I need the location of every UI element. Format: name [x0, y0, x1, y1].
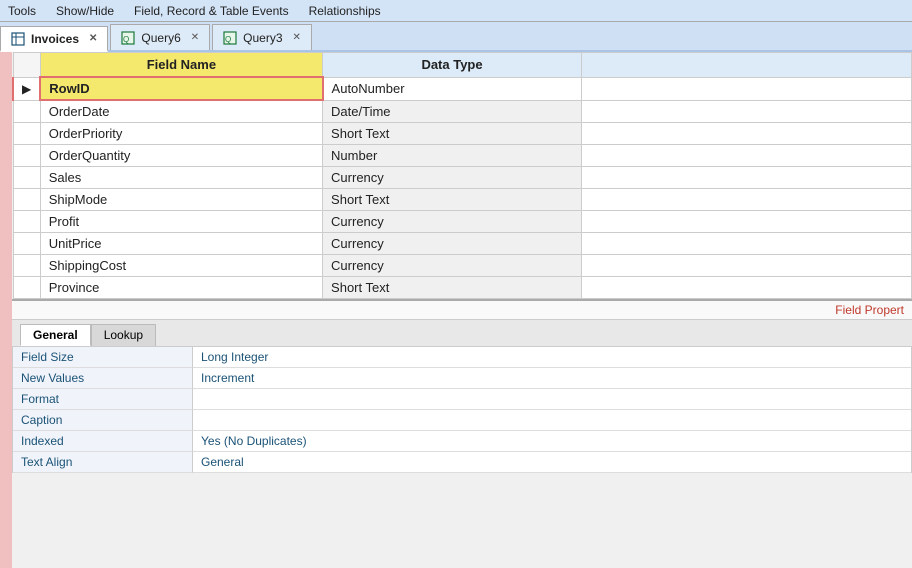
- toolbar-relationships[interactable]: Relationships: [309, 4, 381, 18]
- field-properties-panel: Field Propert General Lookup Field Size …: [12, 299, 912, 473]
- table-row[interactable]: Province Short Text: [13, 277, 912, 299]
- main-content: Field Name Data Type ▶ RowID AutoNumber …: [0, 52, 912, 568]
- datatype-cell[interactable]: Short Text: [323, 277, 582, 299]
- field-design-table: Field Name Data Type ▶ RowID AutoNumber …: [12, 52, 912, 299]
- datatype-cell[interactable]: Date/Time: [323, 100, 582, 123]
- prop-value-format[interactable]: [193, 389, 911, 410]
- table-row[interactable]: Sales Currency: [13, 167, 912, 189]
- row-selector-shipmode: [13, 189, 40, 211]
- toolbar-events[interactable]: Field, Record & Table Events: [134, 4, 289, 18]
- query-icon-3: Q: [223, 31, 237, 45]
- table-row[interactable]: ShipMode Short Text: [13, 189, 912, 211]
- row-selector-province: [13, 277, 40, 299]
- datatype-cell[interactable]: Number: [323, 145, 582, 167]
- prop-label-indexed: Indexed: [13, 431, 193, 452]
- field-name-cell[interactable]: Profit: [40, 211, 322, 233]
- field-name-header: Field Name: [40, 53, 322, 78]
- row-selector-orderdate: [13, 100, 40, 123]
- datatype-cell[interactable]: AutoNumber: [323, 77, 582, 100]
- field-name-cell[interactable]: ShippingCost: [40, 255, 322, 277]
- tab-query3[interactable]: Q Query3 ✕: [212, 24, 312, 50]
- table-row[interactable]: ▶ RowID AutoNumber: [13, 77, 912, 100]
- props-tabs: General Lookup: [12, 320, 912, 347]
- table-icon: [11, 32, 25, 46]
- row-selector-shippingcost: [13, 255, 40, 277]
- row-selector-orderpriority: [13, 123, 40, 145]
- field-props-title: Field Propert: [835, 303, 904, 317]
- field-name-cell[interactable]: Sales: [40, 167, 322, 189]
- left-strip: [0, 52, 12, 568]
- tab-invoices-close[interactable]: ✕: [89, 33, 97, 44]
- tab-query6-label: Query6: [141, 31, 180, 45]
- row-selector-profit: [13, 211, 40, 233]
- description-cell[interactable]: [582, 77, 912, 100]
- prop-label-fieldsize: Field Size: [13, 347, 193, 368]
- table-row[interactable]: OrderPriority Short Text: [13, 123, 912, 145]
- table-row[interactable]: ShippingCost Currency: [13, 255, 912, 277]
- description-cell[interactable]: [582, 145, 912, 167]
- datatype-cell[interactable]: Short Text: [323, 189, 582, 211]
- field-props-header: Field Propert: [12, 301, 912, 320]
- props-tab-general[interactable]: General: [20, 324, 91, 346]
- description-cell[interactable]: [582, 233, 912, 255]
- field-name-cell[interactable]: RowID: [40, 77, 322, 100]
- tab-query6-close[interactable]: ✕: [191, 32, 199, 43]
- field-name-cell[interactable]: OrderQuantity: [40, 145, 322, 167]
- datatype-cell[interactable]: Currency: [323, 167, 582, 189]
- tab-query3-close[interactable]: ✕: [293, 32, 301, 43]
- svg-text:Q: Q: [123, 35, 129, 44]
- table-row[interactable]: OrderDate Date/Time: [13, 100, 912, 123]
- tab-invoices-label: Invoices: [31, 32, 79, 46]
- toolbar-showhide[interactable]: Show/Hide: [56, 4, 114, 18]
- prop-label-format: Format: [13, 389, 193, 410]
- data-type-header: Data Type: [323, 53, 582, 78]
- datatype-cell[interactable]: Currency: [323, 211, 582, 233]
- table-row[interactable]: OrderQuantity Number: [13, 145, 912, 167]
- prop-value-textalign[interactable]: General: [193, 452, 911, 473]
- tab-query3-label: Query3: [243, 31, 282, 45]
- table-row[interactable]: UnitPrice Currency: [13, 233, 912, 255]
- datatype-cell[interactable]: Currency: [323, 233, 582, 255]
- prop-label-textalign: Text Align: [13, 452, 193, 473]
- props-tab-lookup[interactable]: Lookup: [91, 324, 156, 346]
- row-arrow-icon: ▶: [22, 82, 31, 96]
- row-selector-sales: [13, 167, 40, 189]
- prop-value-fieldsize[interactable]: Long Integer: [193, 347, 911, 368]
- props-grid: Field Size Long Integer New Values Incre…: [12, 347, 912, 473]
- query-icon-6: Q: [121, 31, 135, 45]
- field-name-cell[interactable]: Province: [40, 277, 322, 299]
- tab-bar: Invoices ✕ Q Query6 ✕ Q Query3 ✕: [0, 22, 912, 52]
- description-cell[interactable]: [582, 189, 912, 211]
- tab-invoices[interactable]: Invoices ✕: [0, 26, 108, 52]
- field-name-cell[interactable]: OrderPriority: [40, 123, 322, 145]
- datatype-cell[interactable]: Currency: [323, 255, 582, 277]
- field-name-cell[interactable]: OrderDate: [40, 100, 322, 123]
- field-name-cell[interactable]: UnitPrice: [40, 233, 322, 255]
- table-area: Field Name Data Type ▶ RowID AutoNumber …: [12, 52, 912, 568]
- toolbar-tools[interactable]: Tools: [8, 4, 36, 18]
- field-name-cell[interactable]: ShipMode: [40, 189, 322, 211]
- row-selector-rowid: ▶: [13, 77, 40, 100]
- description-cell[interactable]: [582, 211, 912, 233]
- row-selector-orderquantity: [13, 145, 40, 167]
- toolbar: Tools Show/Hide Field, Record & Table Ev…: [0, 0, 912, 22]
- prop-value-caption[interactable]: [193, 410, 911, 431]
- prop-value-indexed[interactable]: Yes (No Duplicates): [193, 431, 911, 452]
- datatype-cell[interactable]: Short Text: [323, 123, 582, 145]
- table-row[interactable]: Profit Currency: [13, 211, 912, 233]
- description-cell[interactable]: [582, 100, 912, 123]
- tab-query6[interactable]: Q Query6 ✕: [110, 24, 210, 50]
- prop-value-newvalues[interactable]: Increment: [193, 368, 911, 389]
- prop-label-newvalues: New Values: [13, 368, 193, 389]
- description-cell[interactable]: [582, 123, 912, 145]
- description-cell[interactable]: [582, 255, 912, 277]
- row-selector-unitprice: [13, 233, 40, 255]
- prop-label-caption: Caption: [13, 410, 193, 431]
- svg-text:Q: Q: [225, 35, 231, 44]
- description-cell[interactable]: [582, 277, 912, 299]
- description-cell[interactable]: [582, 167, 912, 189]
